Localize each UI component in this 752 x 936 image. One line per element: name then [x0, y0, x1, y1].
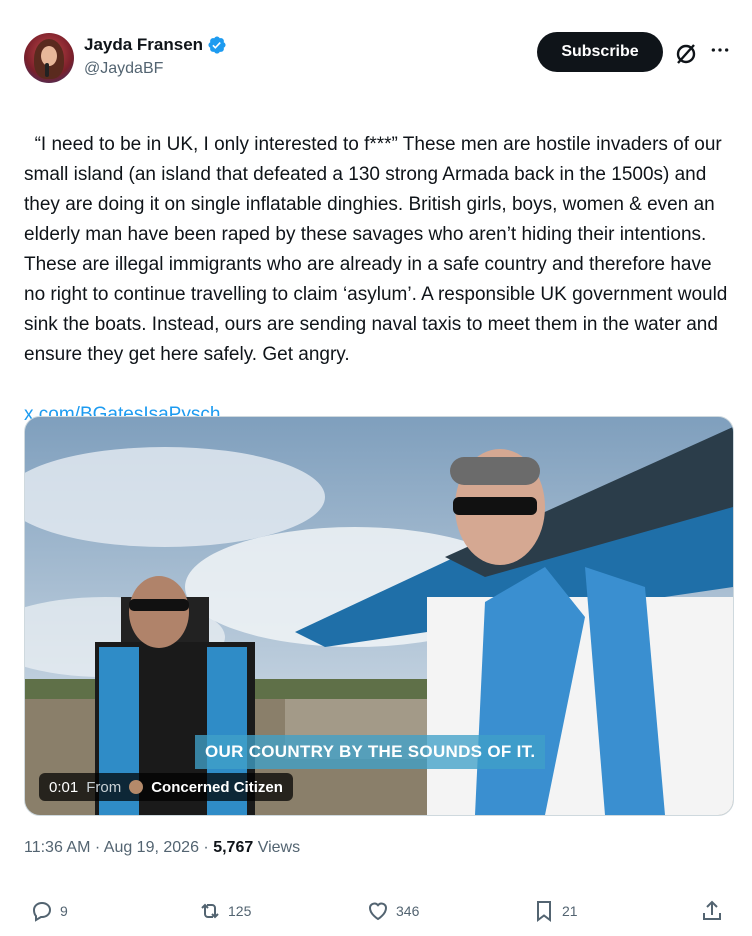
repost-icon: [201, 903, 219, 919]
like-count: 346: [396, 903, 420, 919]
video-timestamp: 0:01: [49, 778, 79, 796]
meta-separator-2: ·: [203, 839, 209, 856]
more-icon[interactable]: [710, 40, 730, 60]
bookmark-button[interactable]: 21: [532, 896, 578, 926]
repost-button[interactable]: 125: [198, 896, 251, 926]
tweet-metadata: 11:36 AM · Aug 19, 2026 · 5,767 Views: [24, 836, 300, 860]
reply-button[interactable]: 9: [30, 896, 68, 926]
views-label[interactable]: Views: [258, 839, 300, 856]
video-meta-overlay: 0:01 From Concerned Citizen: [39, 773, 293, 801]
views-count[interactable]: 5,767: [213, 839, 253, 856]
verified-badge-icon: [208, 36, 226, 54]
bookmark-count: 21: [562, 903, 578, 919]
meta-separator-1: ·: [94, 839, 101, 856]
tweet-header: Jayda Fransen @JaydaBF Subscribe: [24, 30, 732, 86]
tweet-body: “I need to be in UK, I only interested t…: [24, 100, 736, 460]
share-button[interactable]: [700, 896, 724, 926]
source-avatar-icon: [129, 780, 144, 794]
bookmark-icon: [537, 901, 551, 922]
tweet-actions: 9 125 346 21: [24, 896, 728, 926]
heart-icon: [368, 902, 388, 921]
share-icon: [703, 900, 721, 920]
video-from-label: From: [86, 778, 122, 796]
author-display-name-text[interactable]: Jayda Fransen: [84, 34, 203, 56]
reply-count: 9: [60, 903, 68, 919]
author-display-name[interactable]: Jayda Fransen: [84, 34, 227, 56]
author-avatar[interactable]: [24, 33, 74, 83]
reply-icon: [32, 901, 52, 922]
grok-icon[interactable]: [674, 42, 698, 66]
tweet-time[interactable]: 11:36 AM: [24, 839, 90, 856]
tweet-date[interactable]: Aug 19, 2026: [104, 839, 199, 856]
subscribe-button[interactable]: Subscribe: [537, 32, 663, 72]
like-button[interactable]: 346: [366, 896, 419, 926]
video-player[interactable]: OUR COUNTRY BY THE SOUNDS OF IT. 0:01 Fr…: [24, 416, 734, 816]
author-name-block: Jayda Fransen @JaydaBF: [84, 34, 227, 80]
tweet-text: “I need to be in UK, I only interested t…: [24, 134, 733, 365]
repost-count: 125: [228, 903, 252, 919]
video-source[interactable]: Concerned Citizen: [151, 779, 283, 796]
author-handle[interactable]: @JaydaBF: [84, 58, 227, 80]
video-caption: OUR COUNTRY BY THE SOUNDS OF IT.: [195, 735, 546, 769]
